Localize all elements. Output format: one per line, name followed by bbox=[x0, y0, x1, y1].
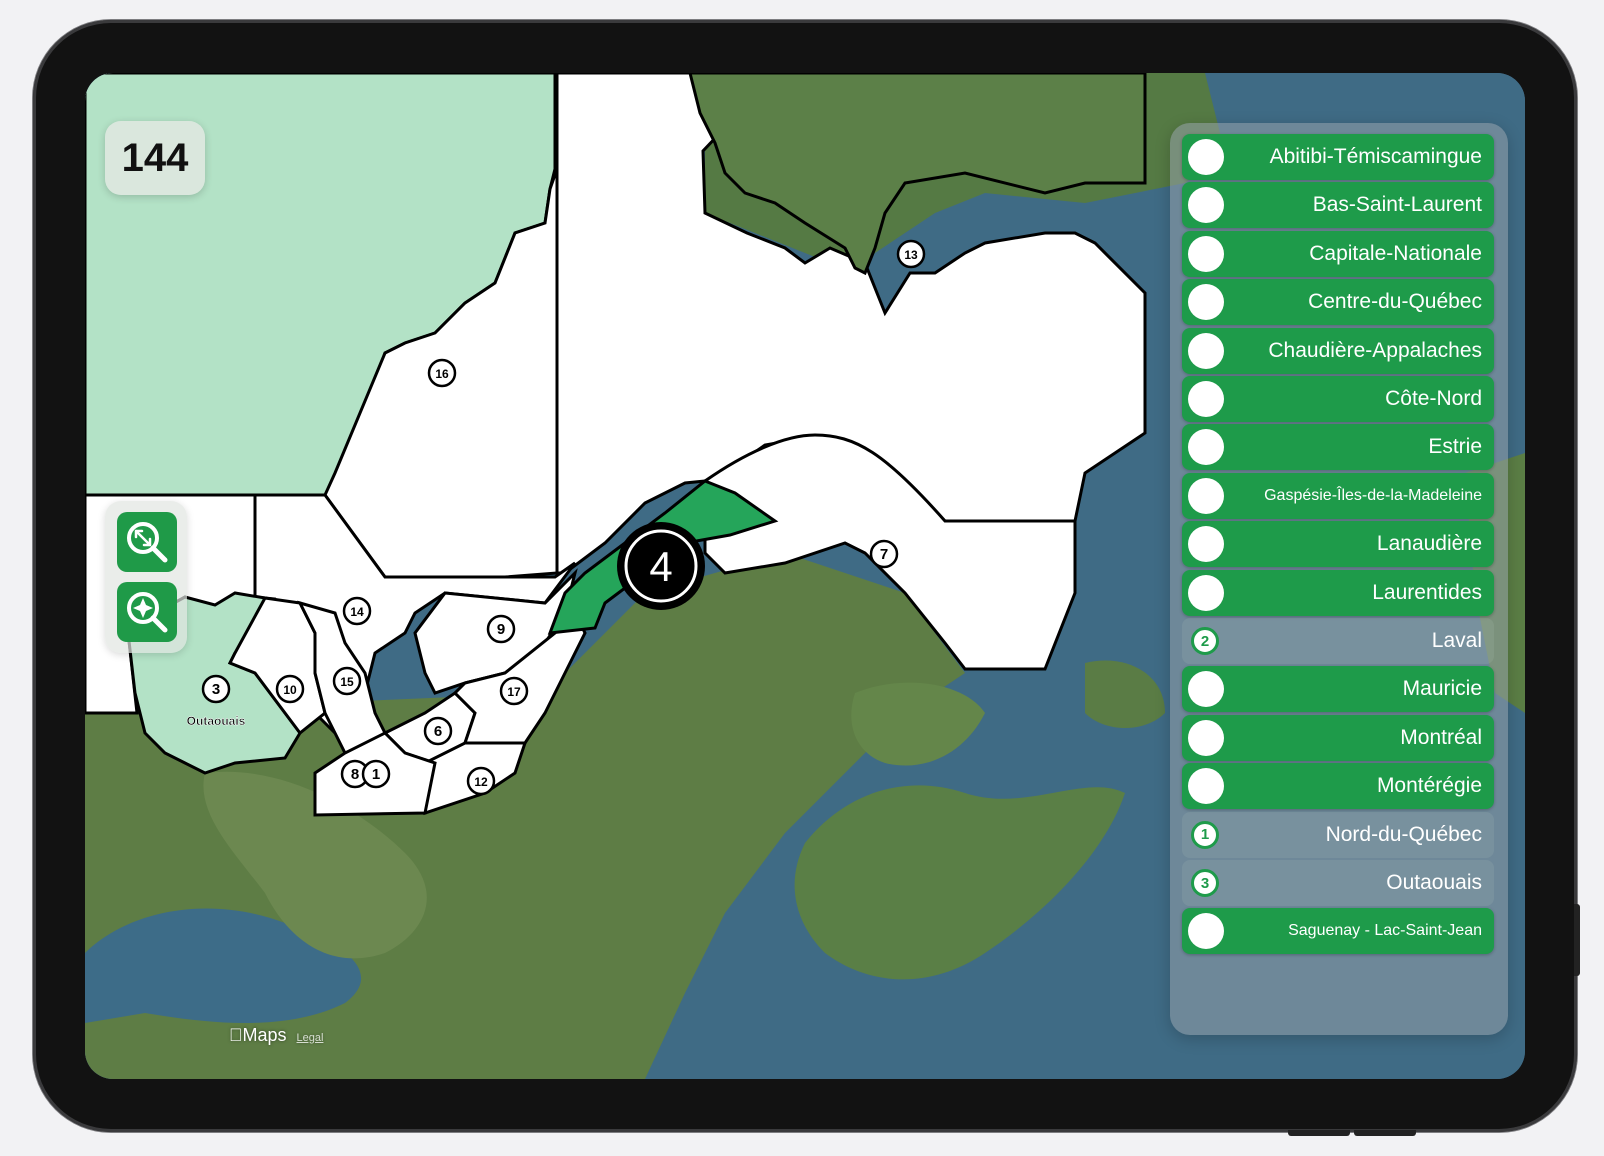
region-list-item[interactable]: 1 Nord-du-Québec bbox=[1182, 811, 1494, 858]
unsolved-dot bbox=[1188, 768, 1224, 805]
region-number-text: 3 bbox=[212, 681, 220, 698]
solved-badge: 2 bbox=[1191, 627, 1219, 655]
volume-button bbox=[1288, 1130, 1350, 1136]
region-number-text: 15 bbox=[340, 675, 354, 689]
region-number-text: 14 bbox=[350, 605, 364, 619]
zoom-locate-icon bbox=[127, 592, 168, 633]
solved-badge: 3 bbox=[1191, 869, 1219, 897]
zoom-locate-button[interactable] bbox=[117, 582, 177, 642]
region-number-text: 8 bbox=[351, 766, 359, 783]
region-list-label: Nord-du-Québec bbox=[1325, 822, 1482, 846]
region-list-item[interactable]: Saguenay - Lac-Saint-Jean bbox=[1182, 908, 1494, 955]
region-list-item[interactable]: 3 Outaouais bbox=[1182, 860, 1494, 906]
region-number-marker: 9 bbox=[486, 614, 516, 644]
unsolved-dot bbox=[1188, 913, 1224, 950]
region-list-label: Outaouais bbox=[1386, 871, 1482, 894]
unsolved-dot bbox=[1188, 139, 1224, 175]
region-number-text: 10 bbox=[283, 683, 297, 697]
legal-link[interactable]: Legal bbox=[297, 1032, 324, 1044]
region-list-label: Bas-Saint-Laurent bbox=[1312, 193, 1482, 217]
region-number-marker: 17 bbox=[499, 676, 529, 706]
maps-credit: Maps Legal bbox=[229, 1025, 323, 1046]
region-number-marker: 16 bbox=[427, 358, 457, 388]
region-list-item[interactable]: Gaspésie-Îles-de-la-Madeleine bbox=[1182, 472, 1494, 519]
maps-brand: Maps bbox=[229, 1025, 287, 1045]
region-list: Abitibi-Témiscamingue Bas-Saint-Laurent Ca… bbox=[1170, 123, 1508, 1035]
region-number-marker: 15 bbox=[332, 666, 362, 696]
region-list-item[interactable]: Capitale-Nationale bbox=[1182, 230, 1494, 277]
region-list-label: Estrie bbox=[1428, 435, 1482, 459]
unsolved-dot bbox=[1188, 429, 1224, 466]
region-list-label: Montérégie bbox=[1376, 774, 1482, 798]
region-number-text: 1 bbox=[372, 766, 380, 783]
selected-region-number: 4 bbox=[649, 543, 672, 590]
region-number-text: 12 bbox=[474, 775, 488, 789]
region-list-item[interactable]: Bas-Saint-Laurent bbox=[1182, 182, 1494, 229]
unsolved-dot bbox=[1188, 719, 1224, 756]
zoom-fit-button[interactable] bbox=[117, 512, 177, 572]
region-list-label: Chaudière-Appalaches bbox=[1268, 338, 1482, 362]
region-number-text: 13 bbox=[904, 248, 918, 262]
unsolved-dot bbox=[1188, 332, 1224, 369]
region-list-label: Saguenay - Lac-Saint-Jean bbox=[1288, 922, 1482, 940]
solved-badge: 1 bbox=[1191, 820, 1219, 849]
unsolved-dot bbox=[1188, 235, 1224, 272]
region-number-marker: 14 bbox=[342, 596, 372, 626]
score-value: 144 bbox=[121, 135, 189, 180]
outaouais-map-label: Outaouais bbox=[187, 714, 246, 728]
unsolved-dot bbox=[1188, 284, 1224, 321]
region-number-text: 17 bbox=[507, 685, 521, 699]
region-list-item[interactable]: Estrie bbox=[1182, 424, 1494, 471]
unsolved-dot bbox=[1188, 187, 1224, 224]
unsolved-dot bbox=[1188, 671, 1224, 708]
region-list-item[interactable]: Laurentides bbox=[1182, 569, 1494, 616]
volume-button bbox=[1354, 1130, 1416, 1136]
region-number-marker: 10 bbox=[275, 674, 305, 704]
unsolved-dot bbox=[1188, 526, 1224, 563]
app-screen: 16 13 14 9 7 3 10 15 17 6 8 1 12 4 Outaouais 144 bbox=[85, 73, 1525, 1079]
region-number-marker: 13 bbox=[896, 239, 926, 269]
region-number-text: 6 bbox=[434, 723, 442, 740]
region-list-label: Laurentides bbox=[1372, 580, 1482, 604]
region-number-marker: 3 bbox=[201, 674, 231, 704]
unsolved-dot bbox=[1188, 574, 1224, 611]
region-list-item[interactable]: Montréal bbox=[1182, 714, 1494, 761]
side-button bbox=[1574, 904, 1580, 976]
region-list-item[interactable]: Mauricie bbox=[1182, 666, 1494, 713]
score-display: 144 bbox=[105, 121, 205, 195]
region-number-marker: 6 bbox=[423, 716, 453, 746]
selected-region-marker: 4 bbox=[617, 522, 705, 610]
region-list-item[interactable]: Abitibi-Témiscamingue bbox=[1182, 134, 1494, 180]
region-number-marker: 1 bbox=[361, 759, 391, 789]
zoom-fit-icon bbox=[127, 522, 168, 563]
region-list-item[interactable]: 2 Laval bbox=[1182, 618, 1494, 664]
region-list-label: Centre-du-Québec bbox=[1308, 290, 1482, 314]
region-list-label: Côte-Nord bbox=[1385, 387, 1482, 410]
zoom-controls bbox=[105, 501, 187, 653]
region-number-text: 9 bbox=[497, 621, 505, 638]
region-number-marker: 7 bbox=[869, 539, 899, 569]
region-list-label: Gaspésie-Îles-de-la-Madeleine bbox=[1264, 486, 1482, 504]
region-list-label: Abitibi-Témiscamingue bbox=[1269, 145, 1482, 168]
region-list-label: Laval bbox=[1431, 629, 1482, 652]
region-list-item[interactable]: Montérégie bbox=[1182, 763, 1494, 810]
unsolved-dot bbox=[1188, 381, 1224, 417]
unsolved-dot bbox=[1188, 477, 1224, 514]
region-number-marker: 12 bbox=[466, 766, 496, 796]
region-list-item[interactable]: Côte-Nord bbox=[1182, 376, 1494, 422]
region-list-label: Lanaudière bbox=[1376, 532, 1482, 556]
region-list-label: Montréal bbox=[1400, 725, 1482, 749]
region-number-text: 16 bbox=[435, 367, 449, 381]
region-list-item[interactable]: Centre-du-Québec bbox=[1182, 279, 1494, 326]
region-list-label: Capitale-Nationale bbox=[1309, 241, 1482, 265]
region-list-item[interactable]: Chaudière-Appalaches bbox=[1182, 327, 1494, 374]
region-list-label: Mauricie bbox=[1402, 677, 1482, 701]
region-number-text: 7 bbox=[880, 546, 888, 563]
region-list-item[interactable]: Lanaudière bbox=[1182, 521, 1494, 568]
